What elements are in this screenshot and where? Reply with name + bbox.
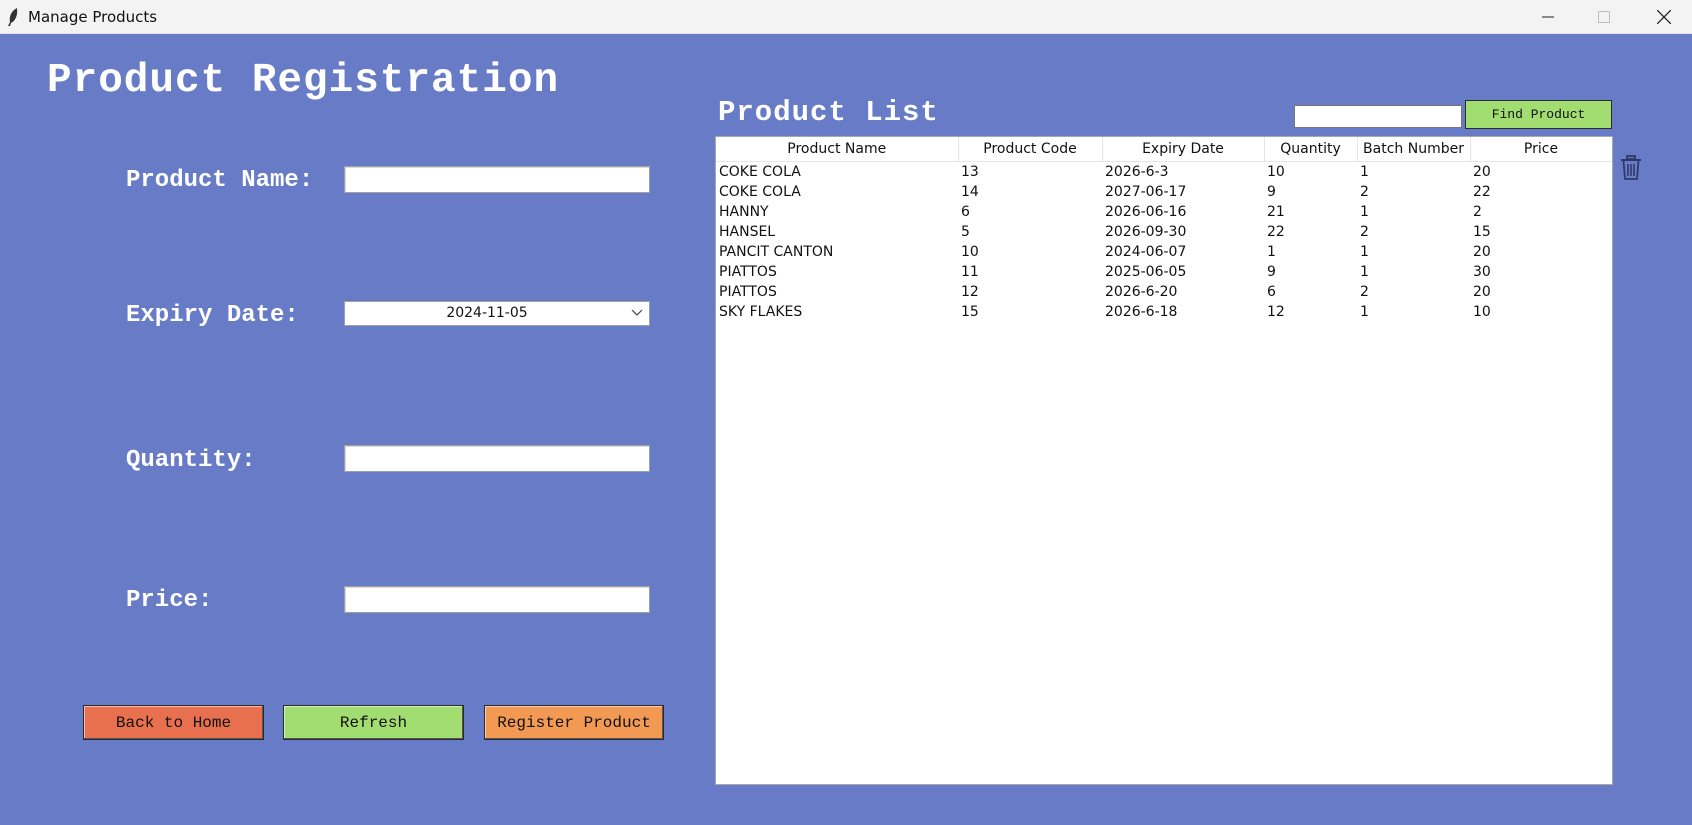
product-list-heading: Product List	[718, 96, 939, 129]
cell-quantity: 9	[1267, 184, 1276, 200]
refresh-button[interactable]: Refresh	[283, 705, 464, 740]
cell-quantity: 12	[1267, 304, 1285, 320]
cell-product-name: COKE COLA	[719, 184, 801, 200]
column-header-batch-number[interactable]: Batch Number	[1357, 137, 1471, 162]
registration-heading: Product Registration	[47, 58, 560, 104]
cell-quantity: 10	[1267, 164, 1285, 180]
price-field[interactable]	[344, 586, 650, 613]
product-name-label: Product Name:	[126, 167, 314, 194]
product-table[interactable]: Product Name Product Code Expiry Date Qu…	[715, 136, 1613, 785]
quantity-label: Quantity:	[126, 447, 256, 474]
close-icon	[1657, 9, 1671, 24]
close-button[interactable]	[1636, 0, 1692, 33]
cell-product-name: COKE COLA	[719, 164, 801, 180]
feather-icon	[8, 8, 18, 26]
cell-price: 15	[1473, 224, 1491, 240]
cell-product-code: 15	[961, 304, 979, 320]
cell-batch-number: 2	[1360, 184, 1369, 200]
minimize-button[interactable]	[1520, 0, 1576, 33]
cell-expiry-date: 2026-6-18	[1105, 304, 1178, 320]
cell-expiry-date: 2024-06-07	[1105, 244, 1187, 260]
window-titlebar: Manage Products	[0, 0, 1692, 34]
cell-quantity: 22	[1267, 224, 1285, 240]
window-title: Manage Products	[28, 8, 158, 26]
table-row[interactable]: PIATTOS 11 2025-06-05 9 1 30	[716, 262, 1612, 282]
table-row[interactable]: HANSEL 5 2026-09-30 22 2 15	[716, 222, 1612, 242]
cell-product-code: 14	[961, 184, 979, 200]
cell-batch-number: 1	[1360, 264, 1369, 280]
search-field[interactable]	[1294, 105, 1462, 128]
cell-product-code: 10	[961, 244, 979, 260]
cell-product-code: 12	[961, 284, 979, 300]
cell-product-name: PIATTOS	[719, 264, 777, 280]
register-product-button[interactable]: Register Product	[484, 705, 664, 740]
cell-product-name: HANNY	[719, 204, 769, 220]
chevron-down-icon	[631, 309, 643, 316]
quantity-input[interactable]	[345, 446, 649, 471]
cell-batch-number: 2	[1360, 224, 1369, 240]
column-header-product-name[interactable]: Product Name	[716, 137, 959, 162]
cell-batch-number: 1	[1360, 164, 1369, 180]
cell-price: 20	[1473, 284, 1491, 300]
cell-product-name: PANCIT CANTON	[719, 244, 834, 260]
product-name-field[interactable]	[344, 166, 650, 193]
expiry-date-label: Expiry Date:	[126, 302, 299, 329]
cell-quantity: 21	[1267, 204, 1285, 220]
cell-price: 22	[1473, 184, 1491, 200]
cell-price: 10	[1473, 304, 1491, 320]
cell-price: 30	[1473, 264, 1491, 280]
cell-quantity: 9	[1267, 264, 1276, 280]
cell-product-name: HANSEL	[719, 224, 776, 240]
cell-expiry-date: 2026-6-3	[1105, 164, 1169, 180]
cell-product-code: 6	[961, 204, 970, 220]
find-product-button[interactable]: Find Product	[1465, 100, 1612, 129]
cell-expiry-date: 2026-09-30	[1105, 224, 1187, 240]
minimize-icon	[1542, 16, 1554, 17]
column-header-product-code[interactable]: Product Code	[958, 137, 1103, 162]
cell-batch-number: 1	[1360, 204, 1369, 220]
maximize-button[interactable]	[1576, 0, 1632, 33]
cell-price: 20	[1473, 164, 1491, 180]
cell-expiry-date: 2025-06-05	[1105, 264, 1187, 280]
table-row[interactable]: COKE COLA 14 2027-06-17 9 2 22	[716, 182, 1612, 202]
column-header-expiry-date[interactable]: Expiry Date	[1102, 137, 1265, 162]
table-header-row: Product Name Product Code Expiry Date Qu…	[716, 137, 1612, 162]
cell-price: 20	[1473, 244, 1491, 260]
price-input[interactable]	[345, 587, 649, 612]
cell-batch-number: 1	[1360, 304, 1369, 320]
table-row[interactable]: PIATTOS 12 2026-6-20 6 2 20	[716, 282, 1612, 302]
cell-expiry-date: 2026-6-20	[1105, 284, 1178, 300]
table-row[interactable]: HANNY 6 2026-06-16 21 1 2	[716, 202, 1612, 222]
cell-price: 2	[1473, 204, 1482, 220]
maximize-icon	[1598, 10, 1610, 23]
column-header-quantity[interactable]: Quantity	[1264, 137, 1358, 162]
cell-quantity: 1	[1267, 244, 1276, 260]
expiry-date-value: 2024-11-05	[446, 305, 528, 321]
cell-product-name: PIATTOS	[719, 284, 777, 300]
table-row[interactable]: SKY FLAKES 15 2026-6-18 12 1 10	[716, 302, 1612, 322]
cell-batch-number: 1	[1360, 244, 1369, 260]
cell-product-code: 5	[961, 224, 970, 240]
back-to-home-button[interactable]: Back to Home	[83, 705, 264, 740]
cell-product-code: 13	[961, 164, 979, 180]
price-label: Price:	[126, 587, 213, 614]
product-name-input[interactable]	[345, 167, 649, 192]
cell-product-code: 11	[961, 264, 979, 280]
expiry-date-combobox[interactable]: 2024-11-05	[344, 301, 650, 326]
table-row[interactable]: PANCIT CANTON 10 2024-06-07 1 1 20	[716, 242, 1612, 262]
cell-quantity: 6	[1267, 284, 1276, 300]
cell-expiry-date: 2026-06-16	[1105, 204, 1187, 220]
table-row[interactable]: COKE COLA 13 2026-6-3 10 1 20	[716, 162, 1612, 183]
search-input[interactable]	[1295, 106, 1461, 127]
trash-icon[interactable]	[1619, 155, 1643, 181]
cell-product-name: SKY FLAKES	[719, 304, 803, 320]
column-header-price[interactable]: Price	[1470, 137, 1612, 162]
cell-expiry-date: 2027-06-17	[1105, 184, 1187, 200]
quantity-field[interactable]	[344, 445, 650, 472]
cell-batch-number: 2	[1360, 284, 1369, 300]
